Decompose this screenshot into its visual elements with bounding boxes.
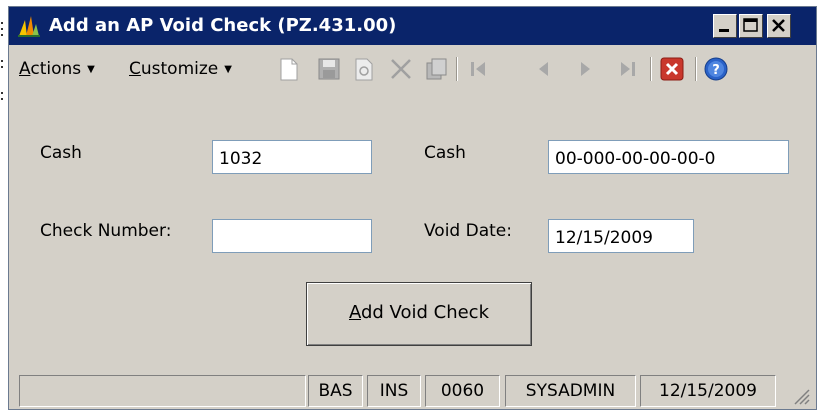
status-code: 0060	[425, 375, 500, 407]
save-icon[interactable]	[315, 55, 341, 83]
status-date: 12/15/2009	[640, 375, 776, 407]
void-date-input[interactable]: 12/15/2009	[548, 219, 694, 253]
left-edge-dots	[0, 22, 4, 102]
title-bar[interactable]: Add an AP Void Check (PZ.431.00)	[9, 7, 816, 45]
next-record-icon[interactable]	[572, 55, 598, 83]
last-record-icon[interactable]	[615, 55, 641, 83]
previous-record-icon[interactable]	[531, 55, 557, 83]
dialog-window: Add an AP Void Check (PZ.431.00) Actions…	[8, 6, 817, 410]
cash-label-right: Cash	[424, 143, 466, 163]
actions-menu[interactable]: Actions ▼	[19, 59, 95, 79]
dropdown-arrow-icon: ▼	[224, 63, 232, 75]
toolbar-separator	[456, 57, 458, 81]
check-number-input[interactable]	[212, 219, 372, 253]
resize-grip-icon[interactable]	[790, 385, 810, 405]
close-icon[interactable]	[767, 14, 791, 38]
cash-subaccount-input[interactable]: 00-000-00-00-00-0	[548, 140, 789, 174]
toolbar-separator	[650, 57, 652, 81]
svg-text:?: ?	[712, 63, 720, 78]
status-user: SYSADMIN	[505, 375, 636, 407]
refresh-icon[interactable]	[350, 55, 376, 83]
minimize-icon[interactable]	[713, 14, 737, 38]
cash-label-left: Cash	[40, 143, 82, 163]
toolbar-separator	[695, 57, 697, 81]
status-message-cell	[19, 375, 306, 407]
dropdown-arrow-icon: ▼	[87, 63, 95, 75]
customize-menu[interactable]: Customize ▼	[129, 59, 232, 79]
app-logo-icon	[17, 14, 41, 38]
window-title: Add an AP Void Check (PZ.431.00)	[49, 15, 397, 36]
check-number-label: Check Number:	[40, 221, 172, 241]
add-void-check-button[interactable]: Add Void Check	[306, 282, 532, 346]
new-document-icon[interactable]	[275, 55, 301, 83]
first-record-icon[interactable]	[465, 55, 491, 83]
help-icon[interactable]: ?	[703, 55, 729, 83]
status-ins: INS	[367, 375, 421, 407]
cash-account-input[interactable]: 1032	[212, 140, 372, 174]
maximize-icon[interactable]	[739, 14, 763, 38]
menu-toolbar: Actions ▼ Customize ▼ ?	[9, 45, 816, 93]
status-bas: BAS	[308, 375, 363, 407]
red-close-icon[interactable]	[659, 55, 685, 83]
copy-icon[interactable]	[423, 55, 449, 83]
void-date-label: Void Date:	[424, 221, 512, 241]
status-bar: BAS INS 0060 SYSADMIN 12/15/2009	[9, 371, 816, 409]
delete-x-icon[interactable]	[388, 55, 414, 83]
